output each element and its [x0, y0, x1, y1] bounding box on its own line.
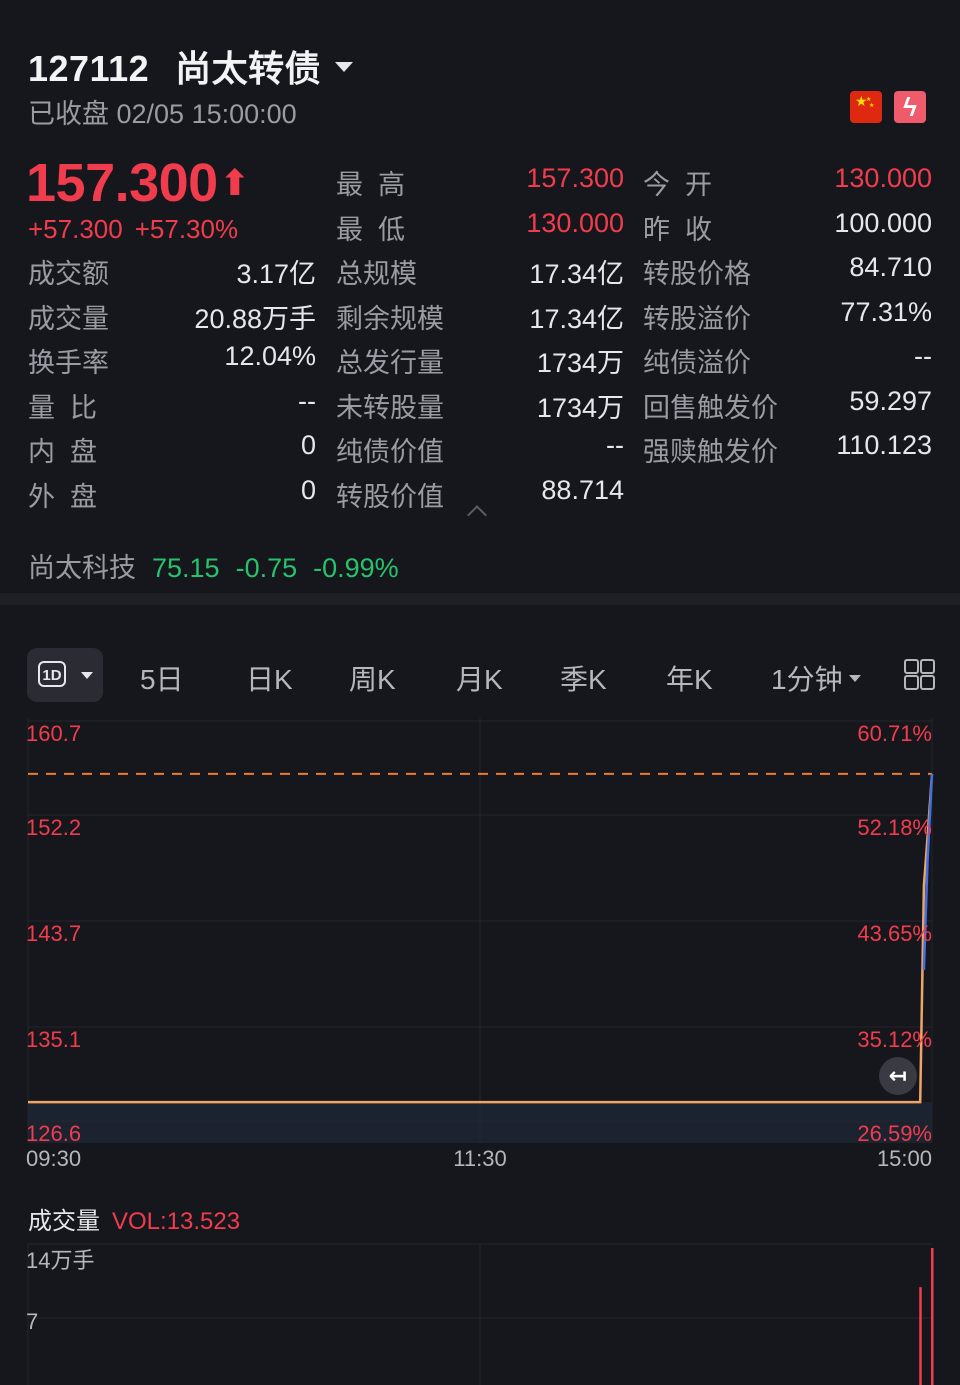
- x-tick-label: 11:30: [453, 1146, 506, 1171]
- volume-bar: [919, 1287, 922, 1385]
- y-tick-right: 43.65%: [857, 921, 932, 946]
- volume-header: 成交量 VOL:13.523: [28, 1201, 240, 1236]
- x-tick-label: 09:30: [26, 1146, 81, 1171]
- x-tick-label: 15:00: [877, 1146, 932, 1171]
- y-tick-left: 143.7: [26, 921, 81, 946]
- y-tick-right: 60.71%: [857, 721, 932, 746]
- y-tick-right: 35.12%: [857, 1027, 932, 1052]
- vol-y-tick: 14万手: [26, 1248, 94, 1273]
- y-tick-right: 26.59%: [857, 1121, 932, 1146]
- y-tick-right: 52.18%: [857, 815, 932, 840]
- back-to-latest-icon[interactable]: ↤: [879, 1057, 917, 1095]
- vol-y-tick: 7: [26, 1309, 38, 1334]
- price-chart[interactable]: 160.7 152.2 143.7 135.1 126.6 60.71% 52.18% 43.…: [0, 0, 960, 1385]
- volume-title: 成交量: [28, 1208, 100, 1235]
- y-tick-left: 135.1: [26, 1027, 81, 1052]
- volume-indicator: VOL:13.523: [112, 1208, 241, 1235]
- volume-bar: [931, 1248, 934, 1385]
- y-tick-left: 152.2: [26, 815, 81, 840]
- y-tick-left: 126.6: [26, 1121, 81, 1146]
- y-tick-left: 160.7: [26, 721, 81, 746]
